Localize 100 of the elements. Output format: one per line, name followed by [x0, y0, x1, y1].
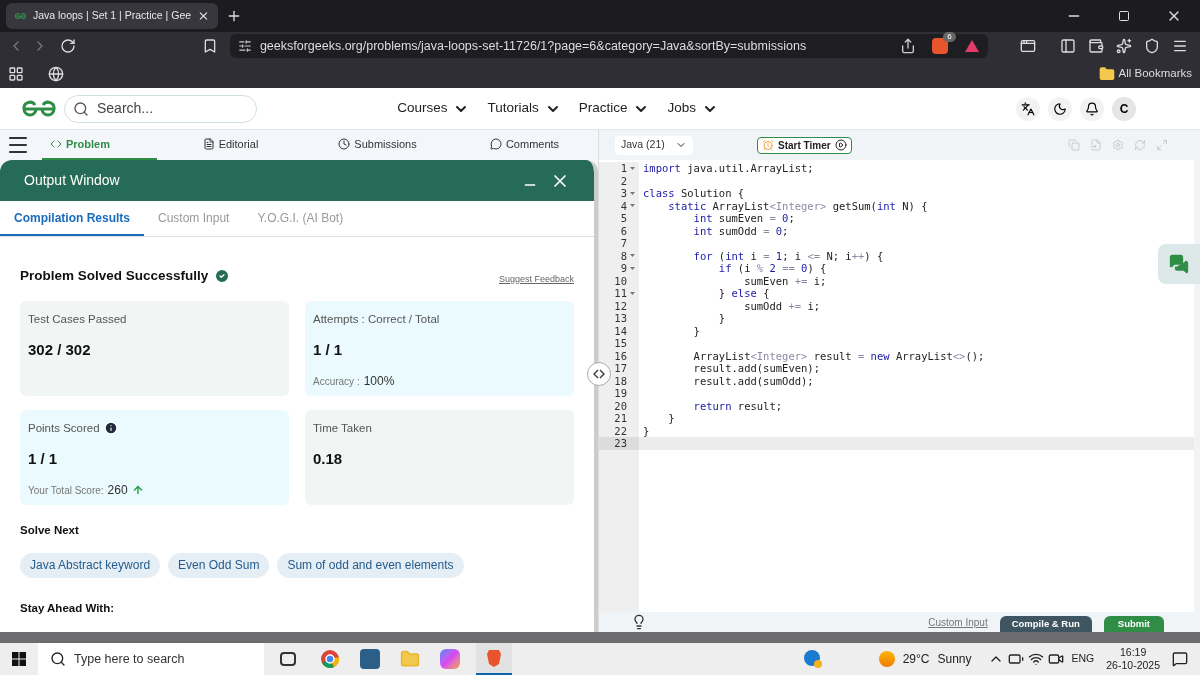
fold-caret-icon[interactable]	[629, 191, 635, 195]
chrome-icon[interactable]	[320, 649, 340, 669]
line-number: 23	[599, 437, 639, 450]
line-number: 21	[613, 412, 628, 425]
reload-icon[interactable]	[59, 38, 76, 54]
input-language[interactable]: ENG	[1071, 651, 1095, 667]
window-title: Output Window	[24, 171, 121, 190]
line-number: 3	[599, 187, 639, 200]
problem-tab[interactable]: Submissions	[304, 130, 451, 160]
share-icon[interactable]	[900, 38, 917, 54]
code-line: sumOdd += i;	[743, 299, 821, 312]
problem-chip[interactable]: Java Abstract keyword	[20, 552, 161, 578]
browser-tab[interactable]: Java loops | Set 1 | Practice | Gee	[6, 3, 218, 29]
taskbar-search[interactable]: Type here to search	[38, 643, 264, 675]
stat-label: Points Scored	[28, 420, 100, 436]
fold-caret-icon[interactable]	[629, 254, 635, 258]
temperature: 29°C	[902, 651, 930, 668]
nav-menu[interactable]: Courses	[397, 98, 470, 119]
nav-menu[interactable]: Jobs	[667, 98, 718, 119]
fold-caret-icon[interactable]	[629, 204, 635, 208]
output-tab[interactable]: Compilation Results	[0, 201, 144, 236]
fold-caret-icon[interactable]	[629, 266, 635, 270]
user-avatar[interactable]: C	[1112, 96, 1136, 121]
code-line: import java.util.ArrayList;	[643, 162, 814, 174]
line-number: 8	[599, 249, 639, 262]
sidebar-icon[interactable]	[1060, 38, 1077, 54]
arrow-up-icon	[131, 484, 144, 497]
line-number: 20	[613, 399, 628, 412]
compile-run-button[interactable]: Compile & Run	[999, 616, 1092, 632]
folder-icon[interactable]	[1098, 66, 1115, 82]
battery-icon[interactable]	[1007, 651, 1024, 667]
line-number: 18	[613, 374, 628, 387]
translate-button[interactable]	[1016, 96, 1040, 121]
notifications-icon[interactable]	[1172, 651, 1188, 667]
stat-value: 302 / 302	[28, 339, 92, 360]
notifications-button[interactable]	[1080, 96, 1104, 121]
problem-tab[interactable]: Editorial	[157, 130, 304, 160]
check-circle-icon	[214, 267, 231, 284]
chat-button[interactable]	[1158, 244, 1200, 284]
triangle-icon[interactable]	[964, 39, 981, 53]
site-logo[interactable]	[20, 99, 58, 118]
line-number: 13	[613, 312, 628, 325]
language-select[interactable]: Java (21)	[615, 135, 693, 155]
menu-icon[interactable]	[1172, 38, 1189, 54]
search-input[interactable]: Search...	[97, 98, 227, 119]
stat-label: Attempts : Correct / Total	[313, 311, 440, 327]
stat-value: 0.18	[313, 448, 344, 469]
sparkle-icon[interactable]	[1116, 38, 1133, 54]
apps-icon[interactable]	[8, 66, 24, 82]
lightbulb-icon[interactable]	[631, 614, 647, 630]
problem-chip[interactable]: Sum of odd and even elements	[277, 552, 464, 578]
camera-icon[interactable]	[1047, 651, 1064, 667]
line-number: 15	[613, 337, 628, 350]
window-icon[interactable]	[1020, 38, 1037, 54]
code-line: int sumOdd = 0;	[692, 224, 789, 237]
code-line: return result;	[692, 399, 783, 412]
problem-chip[interactable]: Even Odd Sum	[168, 552, 270, 578]
stat-label: Time Taken	[313, 420, 372, 436]
translate-icon	[1021, 101, 1035, 116]
line-number: 4	[599, 199, 639, 212]
wallet-icon[interactable]	[1088, 38, 1105, 54]
code-line: } else {	[717, 287, 770, 299]
task-view-icon[interactable]	[280, 652, 296, 666]
code-line: ArrayList<Integer> result = new ArrayList<>();	[692, 349, 985, 362]
site-settings-icon[interactable]	[237, 39, 252, 53]
search-placeholder: Type here to search	[74, 650, 185, 668]
line-number: 14	[613, 324, 628, 337]
sun-icon	[878, 651, 895, 667]
stat-value: 1 / 1	[313, 339, 344, 360]
clock-icon	[338, 138, 351, 150]
fold-caret-icon[interactable]	[629, 166, 635, 170]
address-bar[interactable]: geeksforgeeks.org/problems/java-loops-set-11726/1?page=6&category=Java&sortBy=submissions 6	[229, 34, 989, 58]
theme-button[interactable]	[1048, 96, 1072, 121]
info-icon[interactable]	[103, 421, 118, 436]
line-number: 7	[619, 237, 628, 250]
globe-icon[interactable]	[48, 66, 64, 82]
doc-icon	[202, 138, 215, 150]
start-timer-button[interactable]: Start Timer	[757, 136, 852, 154]
nav-menu[interactable]: Practice	[578, 98, 650, 119]
nav-menu[interactable]: Tutorials	[487, 98, 561, 119]
alarm-icon	[762, 139, 774, 151]
wifi-icon[interactable]	[1027, 651, 1044, 667]
code-line: for (int i = 1; i <= N; i++) {	[692, 249, 884, 262]
submit-button[interactable]: Submit	[1103, 616, 1164, 632]
feedback-link[interactable]: Suggest Feedback	[498, 273, 574, 287]
problem-tab[interactable]: Comments	[451, 130, 598, 160]
custom-input-link[interactable]: Custom Input	[928, 615, 988, 630]
close-icon[interactable]	[197, 9, 210, 23]
code-line: int sumEven = 0;	[692, 212, 795, 224]
horizontal-scrollbar[interactable]	[0, 632, 1200, 643]
code-line: result.add(sumEven);	[692, 362, 820, 374]
section-heading: Solve Next	[20, 522, 80, 538]
new-tab-icon[interactable]	[226, 8, 242, 24]
windows-logo-icon[interactable]	[12, 652, 26, 666]
search-icon	[50, 651, 66, 667]
line-number: 22	[613, 424, 628, 437]
maximize-icon[interactable]	[1118, 10, 1130, 22]
bookmarks-label[interactable]: All Bookmarks	[1118, 65, 1192, 83]
active-app-button[interactable]	[476, 643, 512, 675]
fold-caret-icon[interactable]	[629, 291, 635, 295]
